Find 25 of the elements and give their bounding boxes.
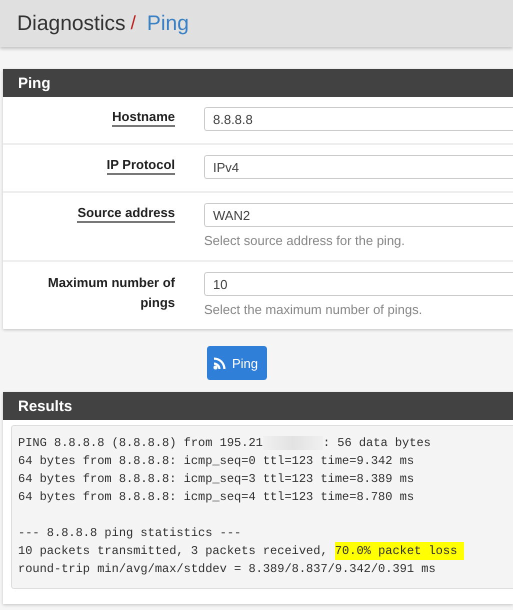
breadcrumb-separator: / (130, 12, 136, 34)
output-line: 10 packets transmitted, 3 packets received, (18, 543, 329, 560)
input-field[interactable]: WAN2 (204, 203, 513, 227)
help-text: Select the maximum number of pings. (204, 302, 424, 317)
output-line: 64 bytes from 8.8.8.8: icmp_seq=3 ttl=123 time=8.389 ms (18, 471, 414, 488)
field-label: IP Protocol (106, 157, 175, 175)
page-title: Ping (146, 12, 189, 36)
field-label: Source address (77, 205, 175, 223)
output-line: 64 bytes from 8.8.8.8: icmp_seq=0 ttl=123 time=9.342 ms (18, 453, 414, 470)
input-field[interactable]: IPv4 (204, 155, 513, 179)
breadcrumb-section: Diagnostics (17, 12, 126, 36)
help-text: Select source address for the ping. (204, 233, 406, 248)
panel-title: Ping (18, 74, 50, 92)
output-line: PING 8.8.8.8 (8.8.8.8) from 195.21 (18, 435, 263, 452)
input-field[interactable]: 10 (204, 272, 513, 296)
input-field[interactable]: 8.8.8.8 (204, 107, 513, 131)
ping-button[interactable]: Ping (207, 346, 267, 380)
output-line: round-trip min/avg/max/stddev = 8.389/8.837/9.342/0.391 ms (18, 561, 436, 578)
field-label: Hostname (112, 109, 175, 127)
field-label: Maximum number of pings (46, 274, 175, 312)
output-line: 64 bytes from 8.8.8.8: icmp_seq=4 ttl=123 time=8.780 ms (18, 489, 414, 506)
output-line: : 56 data bytes (322, 435, 431, 452)
panel-title: Results (18, 398, 72, 414)
rss-icon (213, 356, 227, 370)
output-line: --- 8.8.8.8 ping statistics --- (18, 525, 242, 542)
